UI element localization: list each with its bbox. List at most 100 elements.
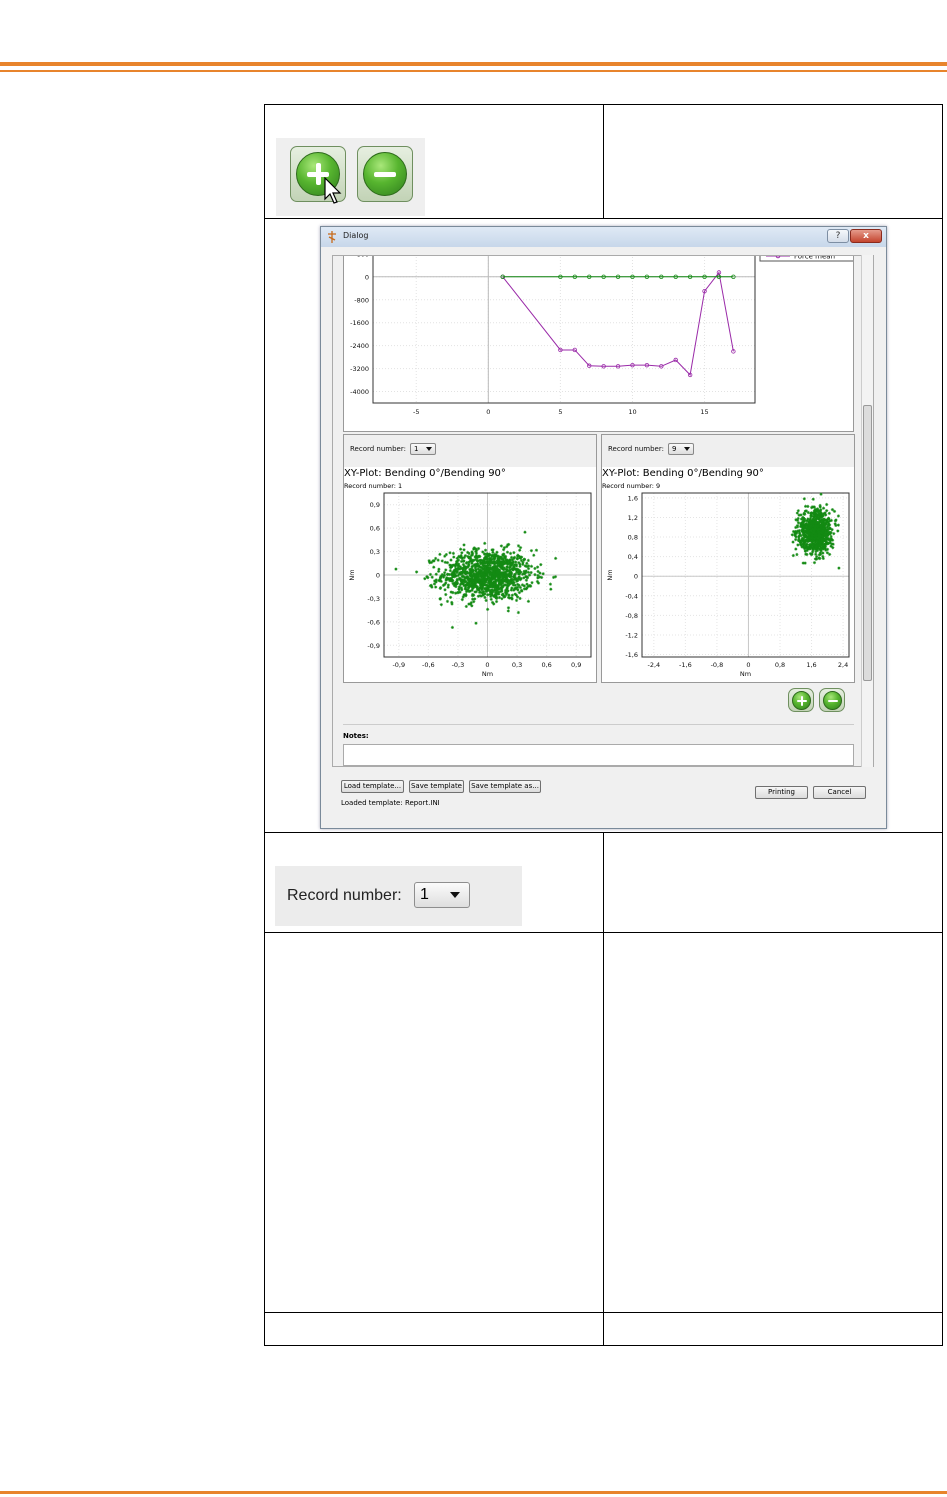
- close-button[interactable]: x: [850, 229, 882, 243]
- x-tick-label: 0,9: [571, 661, 581, 669]
- scatter-points: [394, 530, 558, 630]
- load-template-button[interactable]: Load template...: [341, 780, 404, 793]
- dialog-titlebar: Dialog ? x: [321, 227, 886, 247]
- y-tick-label: 800: [357, 255, 369, 258]
- scatter-point: [828, 552, 832, 556]
- save-template-button[interactable]: Save template: [409, 780, 464, 793]
- chevron-down-icon: [426, 447, 432, 451]
- scatter-point: [462, 543, 466, 547]
- scatter-point: [795, 552, 799, 557]
- series-line-0: [502, 271, 734, 376]
- scatter-point: [434, 556, 438, 561]
- help-button[interactable]: ?: [827, 229, 849, 243]
- footer-rule: [0, 1491, 947, 1494]
- header-rule-thick: [0, 62, 947, 66]
- xy-plot-subtitle: Record number: 1: [344, 482, 403, 490]
- scatter-point: [791, 540, 795, 544]
- x-tick-label: 10: [628, 408, 636, 416]
- add-chart-button[interactable]: [788, 688, 814, 712]
- xy-plot-title: XY-Plot: Bending 0°/Bending 90°: [344, 468, 506, 479]
- scatter-point: [462, 548, 466, 552]
- x-tick-label: -0,6: [422, 661, 435, 669]
- scatter-point: [464, 604, 468, 609]
- scatter-point: [415, 570, 419, 574]
- scatter-point: [450, 600, 454, 605]
- x-tick-label: -0,3: [452, 661, 465, 669]
- scatter-point: [506, 606, 511, 610]
- scatter-point: [526, 558, 530, 562]
- y-tick-label: -800: [354, 296, 369, 304]
- record-number-select[interactable]: 9: [668, 443, 694, 455]
- scatter-point: [451, 551, 455, 555]
- report-scroll-area[interactable]: 800 0 -800 -1600 -2400 -3200 -4000 -5 0 5 10 15 Forc…: [332, 255, 874, 767]
- record-number-select[interactable]: 1: [414, 882, 470, 908]
- plus-circle-icon: [792, 691, 811, 710]
- scatter-point: [802, 497, 806, 501]
- x-tick-label: -1,6: [679, 661, 692, 669]
- dialog-window: Dialog ? x 800 0 -800 -1600 -2400 -3200 -4000 -…: [320, 226, 887, 829]
- x-tick-label: -2,4: [647, 661, 660, 669]
- printing-button[interactable]: Printing: [755, 786, 808, 799]
- y-tick-label: -1600: [350, 319, 369, 327]
- scatter-point: [821, 506, 826, 510]
- notes-label: Notes:: [343, 732, 369, 740]
- save-template-as-button[interactable]: Save template as...: [469, 780, 541, 793]
- record-number-value: 1: [414, 445, 419, 453]
- xy-plot-right: 1,6 1,2 0,8 0,4 0 -0,4 -0,8 -1,2 -1,6 -2,4 -1,6 -0,…: [606, 492, 850, 678]
- scatter-point: [434, 585, 438, 589]
- scatter-point: [836, 523, 840, 527]
- scatter-point: [530, 581, 534, 585]
- y-tick-label: 0: [376, 572, 380, 580]
- scatter-point: [548, 582, 553, 586]
- y-tick-label: -4000: [350, 388, 369, 396]
- notes-field[interactable]: [343, 744, 854, 766]
- scatter-point: [515, 556, 520, 560]
- xy-panel-left: Record number: 1 XY-Plot: Bending 0°/Ben…: [343, 434, 597, 683]
- scatter-point: [449, 595, 453, 599]
- scatter-point: [518, 596, 522, 601]
- y-tick-label: -1,6: [625, 651, 638, 659]
- y-tick-label: 0,4: [628, 553, 638, 561]
- y-tick-label: 0: [365, 273, 369, 281]
- scatter-point: [794, 537, 798, 542]
- scatter-point: [832, 532, 836, 536]
- y-tick-label: -0,6: [367, 618, 380, 626]
- scatter-point: [445, 599, 450, 603]
- scatter-point: [549, 587, 553, 591]
- scatter-point: [526, 599, 531, 603]
- scatter-point: [539, 563, 543, 567]
- x-tick-label: 0,3: [512, 661, 522, 669]
- scrollbar-thumb[interactable]: [863, 405, 872, 681]
- scatter-point: [508, 551, 513, 556]
- y-tick-label: 1,6: [628, 494, 638, 502]
- xy-panel-right: Record number: 9 XY-Plot: Bending 0°/Ben…: [601, 434, 855, 683]
- record-number-select[interactable]: 1: [410, 443, 436, 455]
- scatter-point: [533, 573, 537, 577]
- mouse-pointer-icon: [324, 177, 342, 204]
- cancel-button[interactable]: Cancel: [813, 786, 866, 799]
- y-tick-label: -0,9: [367, 642, 380, 650]
- scatter-point: [514, 598, 519, 602]
- x-tick-label: 2,4: [838, 661, 848, 669]
- x-tick-label: 1,6: [806, 661, 816, 669]
- x-tick-label: -0,9: [392, 661, 405, 669]
- y-tick-label: 0,3: [370, 548, 380, 556]
- remove-chart-button[interactable]: [819, 688, 845, 712]
- scatter-points: [790, 492, 841, 570]
- x-tick-label: 0,8: [775, 661, 785, 669]
- vertical-scrollbar[interactable]: [861, 255, 873, 767]
- scatter-point: [467, 602, 471, 606]
- x-axis-label: Nm: [740, 670, 751, 678]
- minus-circle-icon: [363, 152, 407, 196]
- scatter-point: [825, 502, 829, 507]
- scatter-point: [825, 551, 829, 555]
- app-logo-icon: [328, 231, 336, 243]
- scatter-point: [444, 568, 448, 572]
- record-number-value: 9: [672, 445, 677, 453]
- remove-button[interactable]: [357, 146, 413, 202]
- scatter-point: [432, 582, 437, 586]
- header-rule-thin: [0, 70, 947, 72]
- xy-plot-subtitle: Record number: 9: [602, 482, 661, 490]
- scatter-point: [486, 607, 490, 611]
- add-button[interactable]: [290, 146, 346, 204]
